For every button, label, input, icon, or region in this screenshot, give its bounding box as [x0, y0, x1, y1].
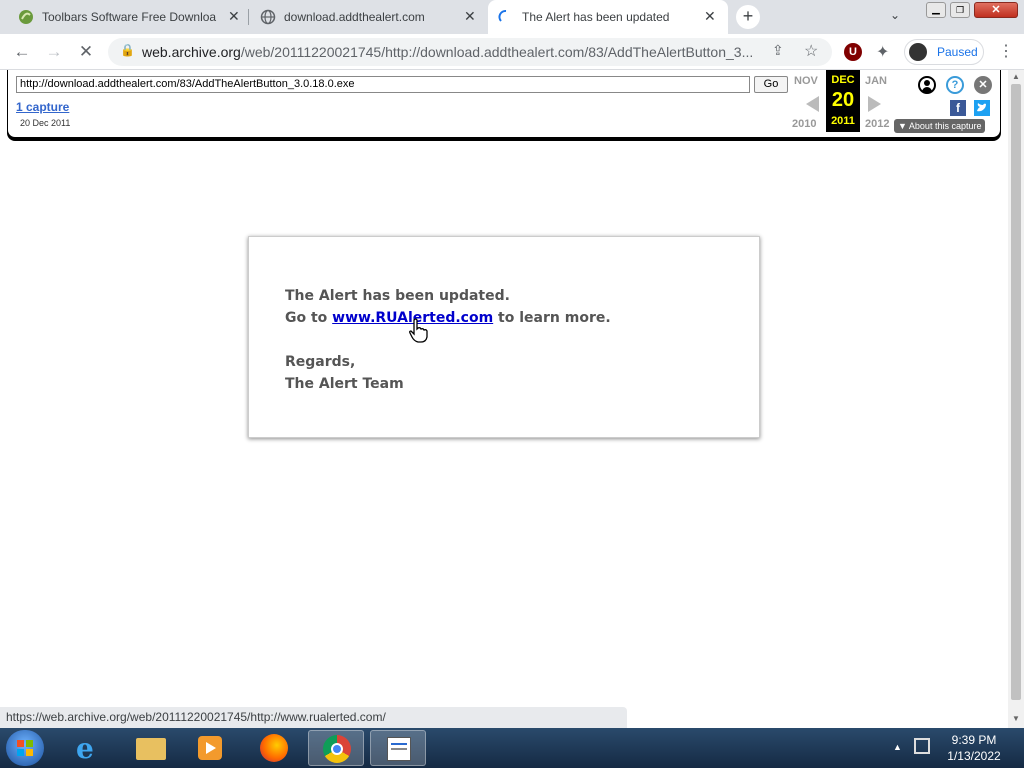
internet-explorer-icon[interactable]: e — [62, 730, 118, 766]
url-host: web.archive.org — [142, 44, 241, 60]
close-window-button[interactable]: ✕ — [974, 2, 1018, 18]
about-capture-label: About this capture — [908, 121, 982, 131]
close-icon[interactable]: ✕ — [704, 8, 716, 25]
next-arrow-icon[interactable] — [868, 96, 881, 112]
scroll-up-icon[interactable]: ▲ — [1012, 72, 1020, 81]
message-card: The Alert has been updated. Go to www.RU… — [248, 236, 760, 438]
stop-button[interactable]: ✕ — [76, 42, 96, 62]
start-button[interactable] — [6, 730, 44, 766]
close-icon[interactable]: ✕ — [228, 8, 240, 25]
about-capture-button[interactable]: ▼ About this capture — [894, 119, 986, 133]
firefox-icon[interactable] — [246, 730, 302, 766]
ublock-icon[interactable]: U — [844, 43, 862, 61]
facebook-icon[interactable]: f — [950, 100, 966, 116]
back-button[interactable]: ← — [12, 42, 32, 62]
current-capture-date: DEC 20 2011 — [826, 70, 860, 132]
clock-date: 1/13/2022 — [947, 749, 1001, 763]
current-day: 20 — [831, 89, 855, 111]
go-button[interactable]: Go — [754, 76, 788, 93]
user-icon[interactable] — [918, 76, 936, 94]
prev-arrow-icon[interactable] — [806, 96, 819, 112]
scroll-thumb[interactable] — [1011, 84, 1021, 700]
media-player-icon[interactable] — [182, 730, 238, 766]
wayback-toolbar: http://download.addthealert.com/83/AddTh… — [7, 70, 1001, 138]
captures-link[interactable]: 1 capture — [16, 100, 69, 114]
tab-strip: Toolbars Software Free Downloa ✕ downloa… — [0, 0, 1024, 34]
globe-icon — [260, 9, 276, 25]
tab-alert-updated[interactable]: The Alert has been updated ✕ — [488, 0, 728, 34]
next-month[interactable]: JAN — [865, 75, 887, 87]
bookmark-star-icon[interactable]: ☆ — [804, 41, 818, 61]
wayback-url-input[interactable]: http://download.addthealert.com/83/AddTh… — [16, 76, 750, 93]
url-text: web.archive.org/web/20111220021745/http:… — [142, 44, 762, 60]
windows-logo-icon — [17, 740, 33, 756]
new-tab-button[interactable]: + — [736, 5, 760, 29]
tab-title: The Alert has been updated — [522, 10, 670, 24]
close-icon[interactable]: ✕ — [464, 8, 476, 25]
loading-spinner-icon — [498, 10, 507, 22]
hand-cursor-icon — [409, 318, 428, 343]
team-signature: The Alert Team — [285, 376, 404, 392]
lock-icon: 🔒 — [120, 43, 135, 57]
regards-text: Regards, — [285, 354, 356, 370]
message-line-1: The Alert has been updated. — [285, 288, 510, 304]
browser-toolbar: ← → ✕ 🔒 web.archive.org/web/201112200217… — [0, 34, 1024, 70]
tab-search-icon[interactable]: ⌄ — [890, 8, 900, 22]
profile-button[interactable]: Paused — [904, 39, 984, 65]
message-prefix: Go to — [285, 310, 333, 326]
chrome-icon[interactable] — [308, 730, 364, 766]
tab-separator — [248, 9, 249, 25]
leaf-icon — [19, 10, 33, 24]
current-month: DEC — [831, 74, 855, 86]
windows-taskbar: e ▲ 9:39 PM 1/13/2022 — [0, 728, 1024, 768]
clock-time: 9:39 PM — [951, 733, 997, 747]
restore-button[interactable]: ❐ — [950, 2, 970, 18]
prev-year[interactable]: 2010 — [792, 118, 816, 130]
avatar — [909, 43, 927, 61]
twitter-icon[interactable] — [974, 100, 990, 116]
scrollbar[interactable]: ▲ ▼ — [1008, 70, 1024, 728]
message-line-2: Go to www.RUAlerted.com to learn more. — [285, 307, 611, 329]
system-clock[interactable]: 9:39 PM 1/13/2022 — [934, 732, 1014, 764]
message-text: The Alert has been updated. Go to www.RU… — [285, 285, 611, 395]
profile-label: Paused — [937, 45, 978, 59]
extensions-icon[interactable]: ✦ — [876, 42, 889, 62]
forward-button[interactable]: → — [44, 42, 64, 62]
network-icon[interactable] — [914, 738, 930, 754]
tab-download[interactable]: download.addthealert.com ✕ — [250, 0, 488, 34]
address-bar[interactable]: 🔒 web.archive.org/web/20111220021745/htt… — [108, 38, 832, 66]
close-icon[interactable]: ✕ — [974, 76, 992, 94]
tray-expand-icon[interactable]: ▲ — [893, 742, 902, 752]
file-explorer-icon[interactable] — [122, 730, 178, 766]
tab-title: Toolbars Software Free Downloa — [42, 10, 217, 24]
tab-toolbars[interactable]: Toolbars Software Free Downloa ✕ — [8, 0, 248, 34]
notepad-window-icon[interactable] — [370, 730, 426, 766]
link-status-bubble: https://web.archive.org/web/201112200217… — [0, 707, 627, 728]
scroll-down-icon[interactable]: ▼ — [1012, 714, 1020, 723]
url-path: /web/20111220021745/http://download.addt… — [240, 44, 754, 60]
capture-date: 20 Dec 2011 — [20, 118, 71, 128]
share-icon[interactable]: ⇪ — [772, 42, 784, 59]
message-suffix: to learn more. — [493, 310, 611, 326]
current-year: 2011 — [831, 115, 855, 127]
menu-icon[interactable]: ⋮ — [998, 41, 1014, 61]
tab-title: download.addthealert.com — [284, 10, 425, 24]
next-year[interactable]: 2012 — [865, 118, 889, 130]
help-icon[interactable]: ? — [946, 76, 964, 94]
minimize-button[interactable]: ▁ — [926, 2, 946, 18]
prev-month[interactable]: NOV — [794, 75, 818, 87]
